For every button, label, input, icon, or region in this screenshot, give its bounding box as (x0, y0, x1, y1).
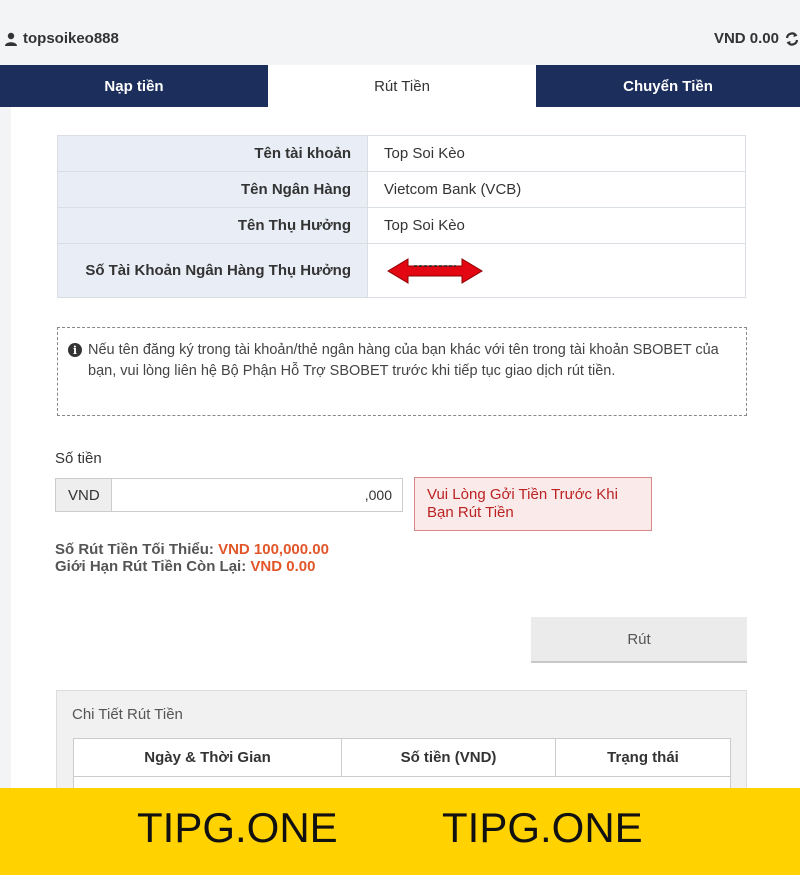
table-row: Số Tài Khoản Ngân Hàng Thụ Hưởng (57, 243, 746, 298)
beneficiary-value: Top Soi Kèo (367, 207, 746, 244)
amount-input[interactable] (112, 479, 402, 511)
refresh-icon[interactable] (784, 31, 800, 47)
tab-deposit[interactable]: Nạp tiền (0, 65, 268, 107)
watermark-text: TIPG.ONE (442, 804, 643, 851)
min-withdraw-label: Số Rút Tiền Tối Thiểu: (55, 541, 214, 558)
watermark-text: TIPG.ONE (137, 804, 338, 851)
remaining-limit-label: Giới Hạn Rút Tiền Còn Lại: (55, 558, 247, 575)
deposit-first-warning: Vui Lòng Gởi Tiền Trước Khi Bạn Rút Tiền (414, 477, 652, 531)
withdraw-button[interactable]: Rút (531, 617, 747, 663)
account-number-label: Số Tài Khoản Ngân Hàng Thụ Hưởng (57, 243, 368, 298)
table-row: Tên tài khoản Top Soi Kèo (57, 135, 746, 172)
watermark-banner: TIPG.ONE TIPG.ONE (0, 788, 800, 875)
remaining-limit-value: VND 0.00 (250, 558, 316, 575)
name-mismatch-notice: i Nếu tên đăng ký trong tài khoản/thẻ ng… (57, 327, 747, 416)
withdraw-limits: Số Rút Tiền Tối Thiểu: VND 100,000.00 Gi… (55, 541, 329, 575)
details-title: Chi Tiết Rút Tiền (72, 706, 183, 723)
user-info: topsoikeo888 (4, 30, 119, 47)
user-icon (5, 32, 17, 46)
table-header-row: Ngày & Thời Gian Số tiền (VND) Trạng thá… (73, 738, 731, 777)
notice-text: Nếu tên đăng ký trong tài khoản/thẻ ngân… (88, 342, 719, 379)
tab-transfer[interactable]: Chuyển Tiền (536, 65, 800, 107)
double-arrow-icon (387, 257, 483, 284)
account-name-label: Tên tài khoản (57, 135, 368, 172)
withdraw-details: Chi Tiết Rút Tiền Ngày & Thời Gian Số ti… (56, 690, 747, 797)
bank-name-value: Vietcom Bank (VCB) (367, 171, 746, 208)
bank-name-label: Tên Ngân Hàng (57, 171, 368, 208)
beneficiary-label: Tên Thụ Hưởng (57, 207, 368, 244)
amount-input-group: VND (55, 478, 403, 512)
account-number-value (367, 243, 746, 298)
account-name-value: Top Soi Kèo (367, 135, 746, 172)
tab-bar: Nạp tiền Rút Tiền Chuyển Tiền (0, 65, 800, 107)
top-bar: topsoikeo888 VND 0.00 (0, 0, 800, 65)
info-icon: i (68, 343, 82, 357)
tab-withdraw[interactable]: Rút Tiền (268, 65, 536, 107)
col-status: Trạng thái (555, 738, 731, 777)
currency-addon: VND (56, 479, 112, 511)
amount-label: Số tiền (55, 450, 102, 467)
col-datetime: Ngày & Thời Gian (73, 738, 342, 777)
username: topsoikeo888 (23, 30, 119, 47)
account-info-table: Tên tài khoản Top Soi Kèo Tên Ngân Hàng … (57, 135, 746, 298)
balance-display: VND 0.00 (714, 30, 800, 47)
min-withdraw-value: VND 100,000.00 (218, 541, 329, 558)
balance-value: VND 0.00 (713, 30, 779, 47)
table-row: Tên Thụ Hưởng Top Soi Kèo (57, 207, 746, 244)
col-amount: Số tiền (VND) (341, 738, 556, 777)
table-row: Tên Ngân Hàng Vietcom Bank (VCB) (57, 171, 746, 208)
